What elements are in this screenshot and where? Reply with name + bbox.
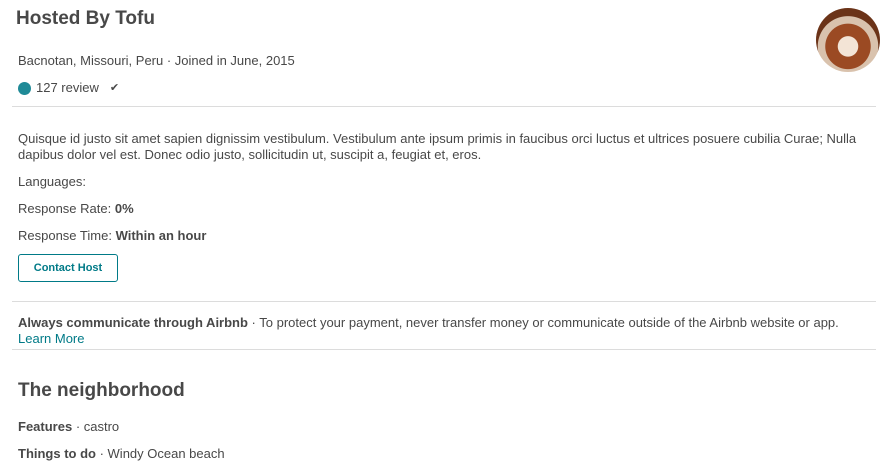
response-rate-label: Response Rate: [18,201,112,216]
response-time-label: Response Time: [18,228,112,243]
todo-value: · Windy Ocean beach [95,446,225,461]
todo-label: Things to do [18,446,96,461]
features-value: · castro [72,419,120,434]
contact-host-button[interactable]: Contact Host [18,254,118,282]
verified-icon: ✔ [109,82,120,94]
response-rate: Response Rate: 0% [18,201,134,217]
divider [12,349,876,350]
host-avatar[interactable] [816,8,880,72]
neighborhood-title: The neighborhood [18,380,185,401]
review-badge-icon [18,81,31,95]
learn-more-link[interactable]: Learn More [18,331,84,346]
host-title: Hosted By Tofu [16,8,155,29]
review-count: 127 review [36,80,99,95]
notice-bold: Always communicate through Airbnb [18,315,248,330]
divider [12,106,876,107]
response-time: Response Time: Within an hour [18,228,206,244]
features: Features · castro [18,419,119,435]
host-location: Bacnotan, Missouri, Peru · Joined in Jun… [18,53,295,68]
languages: Languages: [18,174,86,189]
communication-notice: Always communicate through Airbnb · To p… [18,315,868,347]
review-row: 127 review ✔ [18,80,119,96]
host-bio: Quisque id justo sit amet sapien digniss… [18,131,857,162]
response-rate-value: 0% [114,201,134,216]
notice-text: · To protect your payment, never transfe… [247,315,839,330]
divider [12,301,876,302]
features-label: Features [18,419,73,434]
things-to-do: Things to do · Windy Ocean beach [18,446,225,462]
response-time-value: Within an hour [115,228,207,243]
